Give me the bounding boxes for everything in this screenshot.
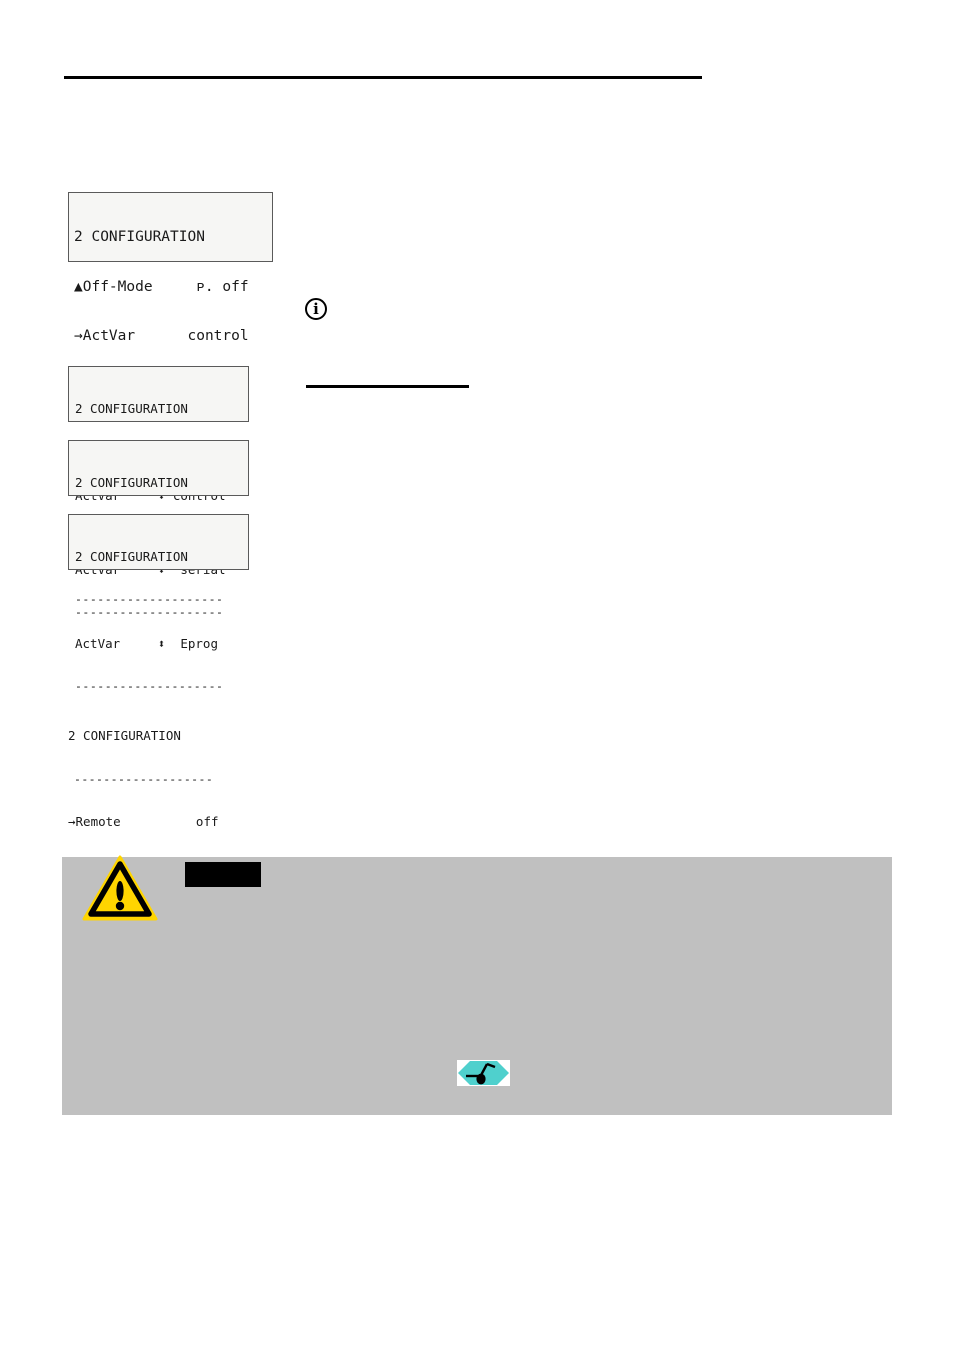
configuration-menu-display: 2 CONFIGURATION ▲Off-Mode ᴘ. off →ActVar… — [68, 192, 273, 394]
lcd-title: 2 CONFIGURATION — [75, 549, 188, 564]
actvar-option-control-display: 2 CONFIGURATION -------------------- Act… — [68, 366, 249, 544]
lcd-separator-top: -------------------- — [75, 592, 224, 606]
header-rule — [64, 76, 702, 79]
lcd-title: 2 CONFIGURATION — [75, 401, 188, 416]
lcd-title: 2 CONFIGURATION — [68, 728, 181, 743]
warning-triangle-icon — [82, 855, 158, 921]
redacted-label-bar — [185, 862, 261, 887]
actvar-option-eprog-display: 2 CONFIGURATION -------------------- Act… — [68, 514, 249, 692]
lcd-separator: ------------------- — [74, 771, 214, 786]
info-icon: i — [305, 298, 327, 320]
lcd-title: 2 CONFIGURATION — [74, 229, 205, 245]
lcd-row-off-mode: ▲Off-Mode ᴘ. off — [74, 278, 249, 295]
lcd-row-actvar: →ActVar control — [74, 328, 249, 344]
actvar-option-serial-display: 2 CONFIGURATION -------------------- Act… — [68, 440, 249, 618]
lcd-title: 2 CONFIGURATION — [75, 475, 188, 490]
lcd-row-remote: →Remote off — [68, 813, 219, 829]
section-rule — [306, 385, 469, 388]
lcd-row-actvar-value: ActVar ⬍ Eprog — [75, 636, 218, 651]
temperature-badge — [457, 1060, 510, 1086]
lcd-separator-bottom: -------------------- — [75, 679, 224, 693]
thermometer-icon — [458, 1061, 509, 1085]
